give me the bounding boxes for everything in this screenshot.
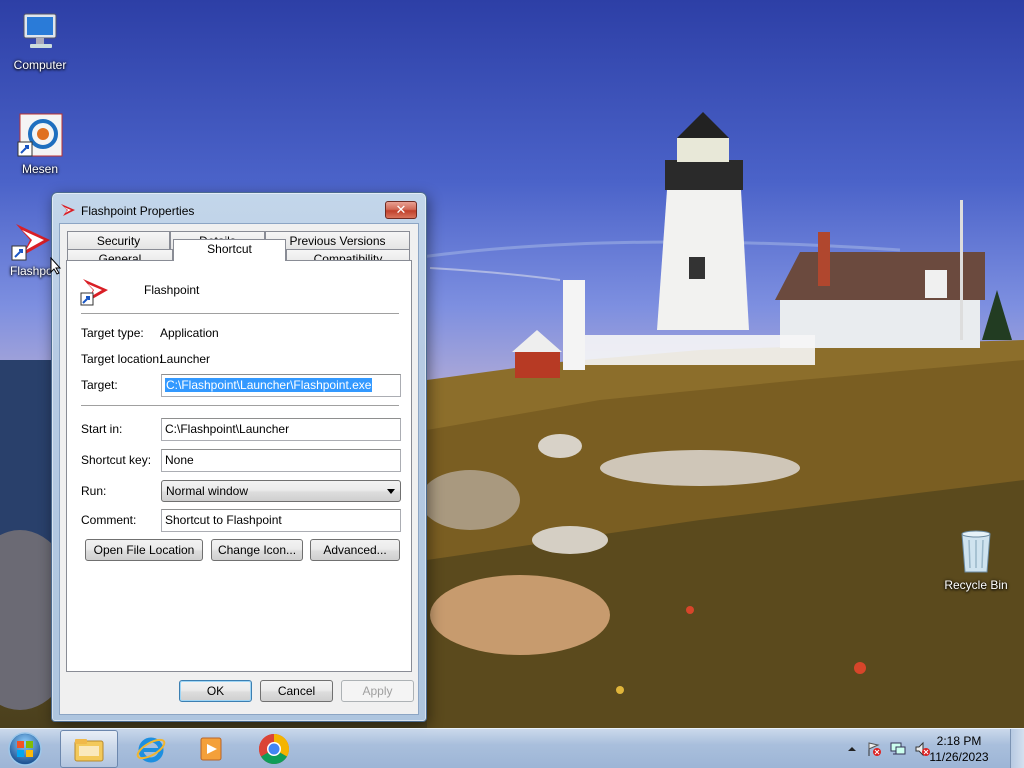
start-button[interactable] — [4, 730, 46, 768]
shortcut-key-input[interactable]: None — [161, 449, 401, 472]
chrome-icon — [258, 734, 290, 765]
taskbar-media-player-button[interactable] — [182, 730, 240, 768]
ok-button[interactable]: OK — [179, 680, 252, 702]
dialog-client: Security Details Previous Versions Gener… — [59, 223, 419, 715]
start-in-label: Start in: — [81, 422, 123, 436]
internet-explorer-icon — [136, 737, 166, 763]
run-select[interactable]: Normal window — [161, 480, 401, 502]
comment-label: Comment: — [81, 513, 137, 527]
close-button[interactable]: ✕ — [385, 201, 417, 219]
desktop-icon-computer[interactable]: Computer — [2, 8, 78, 72]
chevron-down-icon — [387, 489, 395, 494]
network-icon[interactable] — [890, 741, 906, 757]
show-desktop-button[interactable] — [1010, 729, 1024, 768]
target-type-value: Application — [160, 326, 219, 340]
close-icon: ✕ — [395, 202, 407, 217]
mouse-cursor-icon — [50, 256, 62, 275]
target-type-label: Target type: — [81, 326, 144, 340]
clock-time: 2:18 PM — [936, 734, 982, 748]
separator — [81, 313, 399, 314]
change-icon-button[interactable]: Change Icon... — [211, 539, 303, 561]
mesen-icon — [16, 112, 64, 160]
show-hidden-icons-chevron-icon[interactable] — [844, 741, 860, 757]
tab-shortcut[interactable]: Shortcut — [173, 239, 286, 261]
action-center-flag-icon[interactable] — [866, 741, 882, 757]
advanced-button[interactable]: Advanced... — [310, 539, 400, 561]
taskbar-chrome-button[interactable] — [245, 730, 303, 768]
tab-previous-versions[interactable]: Previous Versions — [265, 231, 410, 250]
apply-button[interactable]: Apply — [341, 680, 414, 702]
taskbar: 2:18 PM 11/26/2023 — [0, 728, 1024, 768]
tab-security[interactable]: Security — [67, 231, 170, 250]
comment-input[interactable]: Shortcut to Flashpoint — [161, 509, 401, 532]
cancel-button[interactable]: Cancel — [260, 680, 333, 702]
clock-date: 11/26/2023 — [929, 750, 989, 764]
taskbar-explorer-button[interactable] — [60, 730, 118, 768]
flashpoint-shortcut-icon — [80, 275, 112, 307]
dialog-titlebar[interactable]: Flashpoint Properties ✕ — [52, 193, 426, 223]
target-location-value: Launcher — [160, 352, 211, 366]
target-input[interactable]: C:\Flashpoint\Launcher\Flashpoint.exe — [161, 374, 401, 397]
run-label: Run: — [81, 484, 107, 498]
target-location-label: Target location: — [81, 352, 163, 366]
app-name: Flashpoint — [144, 283, 200, 297]
explorer-icon — [74, 739, 104, 762]
shortcut-tab-panel: Flashpoint Target type: Application Targ… — [66, 260, 412, 672]
media-player-icon — [200, 737, 222, 761]
taskbar-internet-explorer-button[interactable] — [122, 730, 180, 768]
dialog-title: Flashpoint Properties — [81, 204, 195, 218]
computer-icon — [16, 8, 64, 56]
shortcut-key-label: Shortcut key: — [81, 453, 152, 467]
flashpoint-title-icon — [60, 202, 76, 218]
open-file-location-button[interactable]: Open File Location — [85, 539, 203, 561]
desktop-icon-mesen[interactable]: Mesen — [2, 112, 78, 176]
desktop-icon-label: Recycle Bin — [944, 578, 1008, 592]
start-in-input[interactable]: C:\Flashpoint\Launcher — [161, 418, 401, 441]
separator — [81, 405, 399, 406]
target-selected-text: C:\Flashpoint\Launcher\Flashpoint.exe — [165, 378, 373, 392]
recycle-bin-icon — [952, 528, 1000, 576]
desktop-icon-label: Mesen — [21, 162, 59, 176]
desktop-icon-recycle-bin[interactable]: Recycle Bin — [938, 528, 1014, 592]
run-select-value: Normal window — [166, 484, 249, 498]
target-label: Target: — [81, 378, 118, 392]
system-clock[interactable]: 2:18 PM 11/26/2023 — [924, 733, 994, 765]
desktop-icon-label: Computer — [13, 58, 67, 72]
properties-dialog: Flashpoint Properties ✕ Security Details… — [51, 192, 427, 722]
windows-logo-icon — [8, 732, 42, 766]
